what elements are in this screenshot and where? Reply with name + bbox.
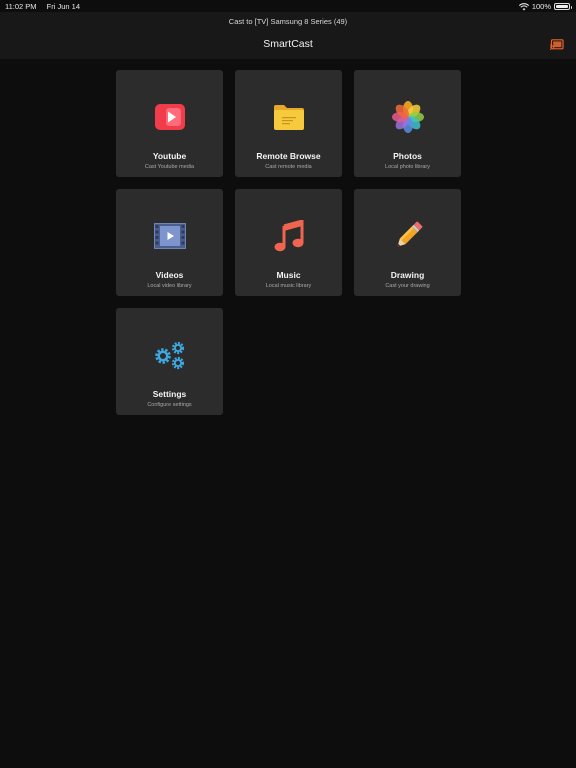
music-note-icon xyxy=(272,219,306,253)
tile-subtitle: Cast remote media xyxy=(265,164,312,170)
battery-fill xyxy=(556,5,568,8)
gears-icon xyxy=(153,338,187,372)
status-bar: 11:02 PM Fri Jun 14 100% xyxy=(0,0,576,12)
tile-subtitle: Cast your drawing xyxy=(385,283,430,289)
pencil-icon xyxy=(391,219,425,253)
tile-photos[interactable]: Photos Local photo library xyxy=(354,70,461,177)
wifi-icon xyxy=(518,2,529,10)
tile-subtitle: Local photo library xyxy=(385,164,430,170)
tile-settings[interactable]: Settings Configure settings xyxy=(116,308,223,415)
tile-drawing[interactable]: Drawing Cast your drawing xyxy=(354,189,461,296)
photos-icon xyxy=(391,100,425,134)
tile-title: Music xyxy=(276,270,301,280)
battery-percent: 100% xyxy=(531,2,551,11)
tile-title: Youtube xyxy=(152,151,187,161)
youtube-icon xyxy=(153,100,187,134)
tile-videos[interactable]: Videos Local video library xyxy=(116,189,223,296)
tile-subtitle: Configure settings xyxy=(147,402,192,408)
film-icon xyxy=(153,219,187,253)
header: Cast to [TV] Samsung 8 Series (49) Smart… xyxy=(0,12,576,59)
tile-music[interactable]: Music Local music library xyxy=(235,189,342,296)
status-left: 11:02 PM Fri Jun 14 xyxy=(5,2,88,11)
status-right: 100% xyxy=(518,2,572,11)
cast-icon[interactable] xyxy=(550,39,564,50)
tile-title: Drawing xyxy=(390,270,425,280)
status-date: Fri Jun 14 xyxy=(46,2,80,11)
app-title: SmartCast xyxy=(263,38,313,50)
tile-title: Photos xyxy=(393,151,422,161)
folder-icon xyxy=(272,100,306,134)
cast-status: Cast to [TV] Samsung 8 Series (49) xyxy=(228,17,348,26)
tile-title: Remote Browse xyxy=(256,151,321,161)
tile-subtitle: Local video library xyxy=(147,283,192,289)
tile-subtitle: Local music library xyxy=(265,283,312,289)
battery-icon xyxy=(554,3,572,10)
status-time: 11:02 PM xyxy=(5,2,37,11)
feature-grid: Youtube Cast Youtube media Remote Browse… xyxy=(116,70,461,415)
tile-subtitle: Cast Youtube media xyxy=(144,164,195,170)
tile-youtube[interactable]: Youtube Cast Youtube media xyxy=(116,70,223,177)
tile-title: Videos xyxy=(155,270,184,280)
tile-remote-browse[interactable]: Remote Browse Cast remote media xyxy=(235,70,342,177)
tile-title: Settings xyxy=(152,389,187,399)
